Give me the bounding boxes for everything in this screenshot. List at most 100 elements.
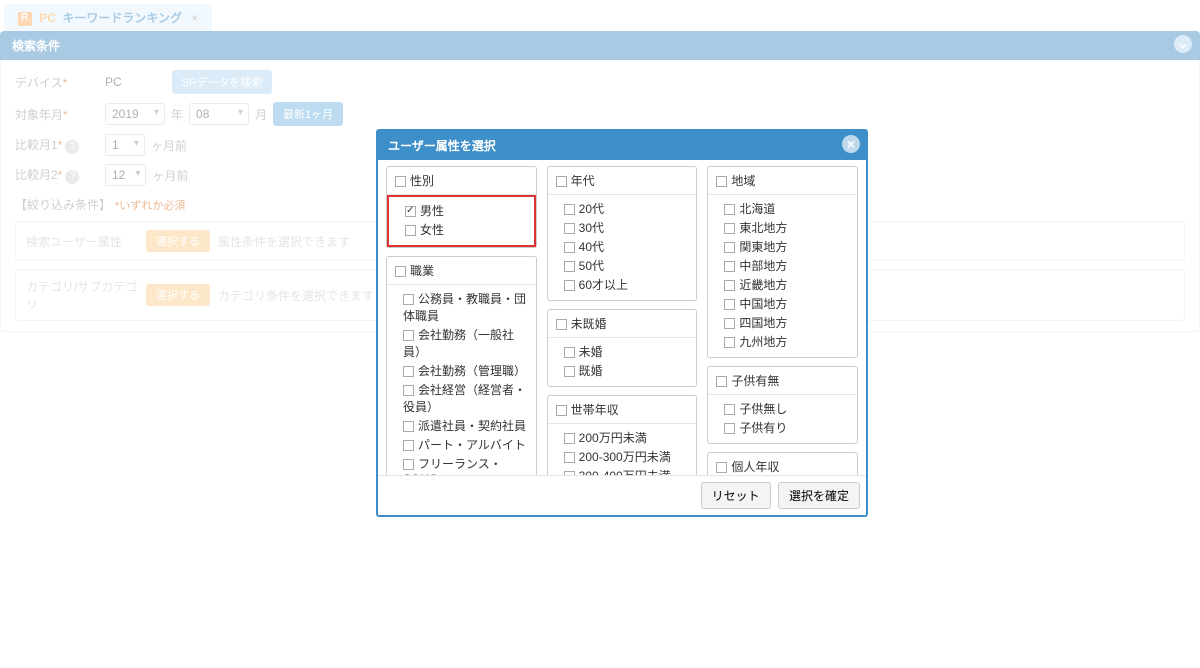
- checkbox-icon[interactable]: [724, 242, 735, 253]
- filter-option[interactable]: 60才以上: [564, 275, 689, 294]
- checkbox-icon[interactable]: [724, 223, 735, 234]
- filter-option[interactable]: 20代: [564, 199, 689, 218]
- checkbox-icon[interactable]: [724, 299, 735, 310]
- checkbox-icon[interactable]: [724, 318, 735, 329]
- checkbox-icon[interactable]: [724, 204, 735, 215]
- filter-group-body: 未婚既婚: [548, 338, 697, 386]
- checkbox-icon[interactable]: [564, 433, 575, 444]
- checkbox-icon[interactable]: [564, 242, 575, 253]
- checkbox-icon[interactable]: [405, 225, 416, 236]
- filter-group-header[interactable]: 性別: [387, 167, 536, 195]
- filter-option[interactable]: 四国地方: [724, 313, 849, 332]
- checkbox-icon[interactable]: [716, 462, 727, 473]
- checkbox-icon[interactable]: [716, 376, 727, 387]
- filter-option[interactable]: 男性: [405, 201, 526, 220]
- filter-group: 性別男性女性: [386, 166, 537, 248]
- filter-option[interactable]: 近畿地方: [724, 275, 849, 294]
- checkbox-icon[interactable]: [395, 176, 406, 187]
- checkbox-icon[interactable]: [724, 337, 735, 348]
- filter-option[interactable]: 九州地方: [724, 332, 849, 351]
- filter-option[interactable]: 40代: [564, 237, 689, 256]
- filter-group: 年代20代30代40代50代60才以上: [547, 166, 698, 301]
- filter-option[interactable]: 中部地方: [724, 256, 849, 275]
- filter-option[interactable]: 派遣社員・契約社員: [403, 416, 528, 435]
- modal-title: ユーザー属性を選択: [388, 139, 496, 153]
- filter-option[interactable]: 200-300万円未満: [564, 447, 689, 466]
- filter-group-header[interactable]: 年代: [548, 167, 697, 195]
- filter-group-body: 200万円未満200-300万円未満300-400万円未満400-500万円未満…: [548, 424, 697, 475]
- filter-group-body: 20代30代40代50代60才以上: [548, 195, 697, 300]
- modal-close-icon[interactable]: ×: [842, 135, 860, 153]
- modal-column-3: 地域北海道東北地方関東地方中部地方近畿地方中国地方四国地方九州地方子供有無子供無…: [707, 166, 858, 469]
- filter-option[interactable]: 会社経営（経営者・役員）: [403, 380, 528, 416]
- checkbox-icon[interactable]: [403, 385, 414, 396]
- checkbox-icon[interactable]: [724, 280, 735, 291]
- checkbox-icon[interactable]: [564, 204, 575, 215]
- modal-header: ユーザー属性を選択 ×: [378, 131, 866, 160]
- checkbox-icon[interactable]: [564, 471, 575, 475]
- filter-option[interactable]: 未婚: [564, 342, 689, 361]
- checkbox-icon[interactable]: [403, 459, 414, 470]
- filter-group: 職業公務員・教職員・団体職員会社勤務（一般社員）会社勤務（管理職）会社経営（経営…: [386, 256, 537, 475]
- filter-option[interactable]: 北海道: [724, 199, 849, 218]
- filter-option[interactable]: 女性: [405, 220, 526, 239]
- modal-overlay: ユーザー属性を選択 × 性別男性女性職業公務員・教職員・団体職員会社勤務（一般社…: [0, 0, 1200, 668]
- checkbox-icon[interactable]: [564, 452, 575, 463]
- filter-group: 世帯年収200万円未満200-300万円未満300-400万円未満400-500…: [547, 395, 698, 475]
- confirm-button[interactable]: 選択を確定: [778, 482, 860, 509]
- checkbox-icon[interactable]: [556, 319, 567, 330]
- filter-group-body: 子供無し子供有り: [708, 395, 857, 443]
- reset-button[interactable]: リセット: [701, 482, 771, 509]
- checkbox-icon[interactable]: [564, 366, 575, 377]
- checkbox-icon[interactable]: [556, 405, 567, 416]
- checkbox-icon[interactable]: [403, 330, 414, 341]
- filter-option[interactable]: 30代: [564, 218, 689, 237]
- filter-group-body: 北海道東北地方関東地方中部地方近畿地方中国地方四国地方九州地方: [708, 195, 857, 357]
- filter-group-body: 公務員・教職員・団体職員会社勤務（一般社員）会社勤務（管理職）会社経営（経営者・…: [387, 285, 536, 475]
- filter-group-header[interactable]: 地域: [708, 167, 857, 195]
- checkbox-icon[interactable]: [556, 176, 567, 187]
- modal-column-2: 年代20代30代40代50代60才以上未既婚未婚既婚世帯年収200万円未満200…: [547, 166, 698, 469]
- checkbox-icon[interactable]: [403, 421, 414, 432]
- filter-option[interactable]: 会社勤務（一般社員）: [403, 325, 528, 361]
- filter-option[interactable]: フリーランス・SOHO: [403, 454, 528, 475]
- filter-group-header[interactable]: 個人年収: [708, 453, 857, 475]
- filter-group-header[interactable]: 子供有無: [708, 367, 857, 395]
- modal-body: 性別男性女性職業公務員・教職員・団体職員会社勤務（一般社員）会社勤務（管理職）会…: [378, 160, 866, 475]
- filter-group-header[interactable]: 未既婚: [548, 310, 697, 338]
- filter-group-body: 男性女性: [387, 195, 536, 247]
- filter-group-header[interactable]: 世帯年収: [548, 396, 697, 424]
- checkbox-icon[interactable]: [724, 261, 735, 272]
- filter-group: 未既婚未婚既婚: [547, 309, 698, 387]
- filter-option[interactable]: 50代: [564, 256, 689, 275]
- checkbox-icon[interactable]: [403, 366, 414, 377]
- filter-group: 地域北海道東北地方関東地方中部地方近畿地方中国地方四国地方九州地方: [707, 166, 858, 358]
- filter-option[interactable]: 200万円未満: [564, 428, 689, 447]
- filter-option[interactable]: パート・アルバイト: [403, 435, 528, 454]
- checkbox-icon[interactable]: [724, 423, 735, 434]
- user-attr-modal: ユーザー属性を選択 × 性別男性女性職業公務員・教職員・団体職員会社勤務（一般社…: [376, 129, 868, 517]
- filter-option[interactable]: 子供無し: [724, 399, 849, 418]
- checkbox-icon[interactable]: [564, 223, 575, 234]
- filter-group: 子供有無子供無し子供有り: [707, 366, 858, 444]
- filter-option[interactable]: 300-400万円未満: [564, 466, 689, 475]
- filter-option[interactable]: 東北地方: [724, 218, 849, 237]
- checkbox-icon[interactable]: [724, 404, 735, 415]
- filter-option[interactable]: 会社勤務（管理職）: [403, 361, 528, 380]
- checkbox-icon[interactable]: [564, 347, 575, 358]
- filter-option[interactable]: 既婚: [564, 361, 689, 380]
- filter-group: 個人年収200万円未満200-300万円未満: [707, 452, 858, 475]
- filter-option[interactable]: 子供有り: [724, 418, 849, 437]
- checkbox-icon[interactable]: [564, 280, 575, 291]
- checkbox-icon[interactable]: [716, 176, 727, 187]
- filter-option[interactable]: 公務員・教職員・団体職員: [403, 289, 528, 325]
- checkbox-icon[interactable]: [403, 294, 414, 305]
- filter-group-header[interactable]: 職業: [387, 257, 536, 285]
- checkbox-icon[interactable]: [564, 261, 575, 272]
- filter-option[interactable]: 中国地方: [724, 294, 849, 313]
- checkbox-icon[interactable]: [405, 206, 416, 217]
- modal-column-1: 性別男性女性職業公務員・教職員・団体職員会社勤務（一般社員）会社勤務（管理職）会…: [386, 166, 537, 469]
- checkbox-icon[interactable]: [395, 266, 406, 277]
- filter-option[interactable]: 関東地方: [724, 237, 849, 256]
- checkbox-icon[interactable]: [403, 440, 414, 451]
